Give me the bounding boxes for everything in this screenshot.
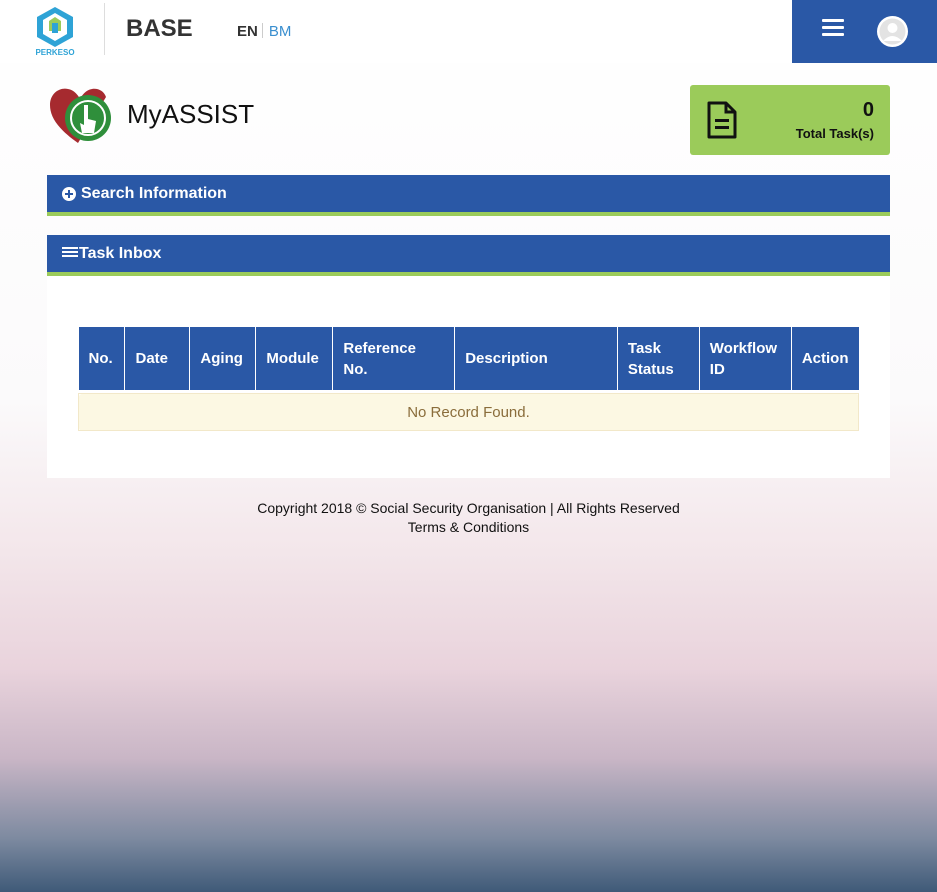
lang-separator	[261, 23, 263, 38]
total-tasks-label: Total Task(s)	[795, 126, 874, 141]
search-information-title: Search Information	[81, 185, 227, 202]
hamburger-menu-icon[interactable]	[822, 19, 844, 37]
language-switcher: EN BM	[237, 23, 291, 40]
lang-en-link[interactable]: EN	[237, 23, 258, 40]
no-record-message: No Record Found.	[78, 393, 859, 431]
document-icon	[707, 101, 737, 139]
plus-circle-icon	[62, 187, 76, 201]
top-bar: PERKESO BASE EN BM	[0, 0, 937, 63]
col-description[interactable]: Description	[454, 327, 618, 390]
task-table: No. Date Aging Module Reference No. Desc…	[78, 327, 859, 431]
task-inbox-body: No. Date Aging Module Reference No. Desc…	[47, 276, 890, 478]
col-task-status[interactable]: Task Status	[617, 327, 700, 390]
task-inbox-header: Task Inbox	[47, 235, 890, 276]
col-module[interactable]: Module	[255, 327, 334, 390]
col-workflow-id[interactable]: Workflow ID	[699, 327, 792, 390]
nav-block	[792, 0, 937, 63]
empty-row: No Record Found.	[78, 393, 859, 431]
header-divider	[104, 3, 105, 55]
task-inbox-title: Task Inbox	[79, 245, 162, 262]
col-aging[interactable]: Aging	[189, 327, 257, 390]
lang-bm-link[interactable]: BM	[269, 23, 292, 40]
col-date[interactable]: Date	[124, 327, 191, 390]
user-avatar-icon[interactable]	[877, 16, 908, 47]
copyright-text: Copyright 2018 © Social Security Organis…	[257, 500, 680, 516]
col-reference-no[interactable]: Reference No.	[332, 327, 456, 390]
footer: Copyright 2018 © Social Security Organis…	[0, 499, 937, 537]
svg-text:PERKESO: PERKESO	[35, 48, 74, 57]
brand-title: BASE	[126, 15, 193, 42]
list-icon	[62, 247, 78, 260]
myassist-logo-icon	[50, 88, 111, 143]
terms-link[interactable]: Terms & Conditions	[0, 518, 937, 537]
perkeso-logo[interactable]: PERKESO	[33, 5, 77, 57]
col-no[interactable]: No.	[78, 327, 126, 390]
total-tasks-card[interactable]: 0 Total Task(s)	[690, 85, 890, 155]
search-information-header[interactable]: Search Information	[47, 175, 890, 216]
app-title: MyASSIST	[127, 99, 255, 129]
table-header-row: No. Date Aging Module Reference No. Desc…	[78, 327, 859, 390]
col-action: Action	[791, 327, 859, 390]
total-tasks-count: 0	[862, 99, 874, 121]
